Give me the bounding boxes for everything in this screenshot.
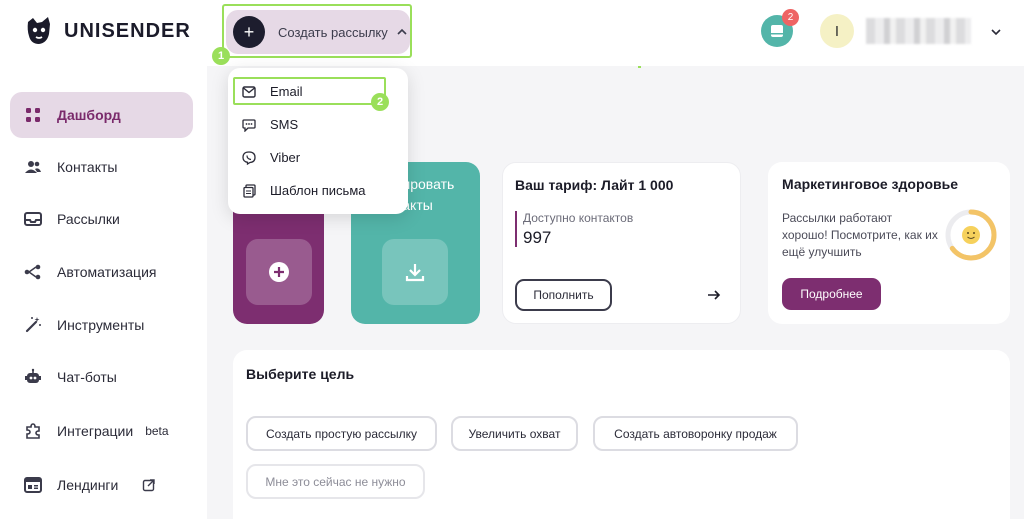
template-icon [242,183,256,198]
contacts-available-label: Доступно контактов [523,211,634,225]
logo[interactable]: UNISENDER [22,14,191,48]
robot-icon [23,367,43,387]
highlight-fragment [638,66,641,68]
create-campaign-button[interactable]: + Создать рассылку [226,10,410,54]
inbox-icon [771,25,783,37]
beta-badge: beta [145,424,169,438]
sidebar-item-label: Интеграции [57,423,134,439]
sidebar-item-contacts[interactable]: Контакты [10,144,193,190]
health-gauge [945,209,997,261]
sidebar-item-label: Контакты [57,159,118,175]
avatar[interactable]: I [820,14,854,48]
sidebar-item-dashboard[interactable]: Дашборд [10,92,193,138]
envelope-icon [242,85,256,99]
tariff-title: Ваш тариф: Лайт 1 000 [515,177,674,193]
notification-count-badge: 2 [782,9,799,26]
sidebar-item-label: Дашборд [57,107,121,123]
menu-item-sms[interactable]: SMS [234,111,402,138]
goal-not-needed-button[interactable]: Мне это сейчас не нужно [246,464,425,499]
import-card-button[interactable] [382,239,448,305]
health-more-button[interactable]: Подробнее [782,278,881,310]
sidebar-item-landings[interactable]: Лендинги [10,462,193,508]
top-bar: UNISENDER + Создать рассылку 2 I [0,0,1024,66]
dog-logo-icon [27,17,50,44]
health-title: Маркетинговое здоровье [782,176,959,192]
sidebar-item-label: Рассылки [57,211,120,227]
magic-wand-icon [23,315,43,335]
tariff-card: Ваш тариф: Лайт 1 000 Доступно контактов… [502,162,741,324]
menu-item-viber[interactable]: Viber [234,144,402,171]
sidebar-item-label: Чат-боты [57,369,117,385]
create-campaign-label: Создать рассылку [278,24,388,40]
menu-item-label: Viber [270,150,301,165]
menu-item-template[interactable]: Шаблон письма [234,177,402,204]
sidebar-item-label: Автоматизация [57,264,157,280]
external-link-icon [143,479,156,492]
chevron-down-icon[interactable] [989,25,1003,39]
logo-text: UNISENDER [64,19,191,42]
step-marker-1: 1 [212,47,230,65]
mail-tray-icon [23,209,43,229]
goals-card: Выберите цель Создать простую рассылку У… [233,350,1010,519]
goals-title: Выберите цель [246,366,355,382]
viber-icon [242,150,256,165]
sidebar-item-label: Лендинги [57,477,119,493]
plus-icon: + [233,16,265,48]
goal-simple-campaign-button[interactable]: Создать простую рассылку [246,416,437,451]
smiley-icon [962,226,980,244]
goal-increase-reach-button[interactable]: Увеличить охват [451,416,578,451]
landing-icon [23,475,43,495]
sidebar-item-integrations[interactable]: Интеграции beta [10,408,193,454]
tariff-arrow-button[interactable] [697,279,731,311]
sidebar-item-automation[interactable]: Автоматизация [10,249,193,295]
sidebar-item-chatbots[interactable]: Чат-боты [10,354,193,400]
contacts-available-value: 997 [523,228,552,247]
account-name-redacted[interactable] [866,18,971,44]
step-marker-2: 2 [371,93,389,111]
create-card-button[interactable] [246,239,312,305]
grid-icon [23,105,43,125]
puzzle-icon [23,421,43,441]
sidebar-item-tools[interactable]: Инструменты [10,302,193,348]
sidebar-item-label: Инструменты [57,317,145,333]
users-icon [23,157,43,177]
goal-sales-funnel-button[interactable]: Создать автоворонку продаж [593,416,798,451]
workflow-icon [23,262,43,282]
sidebar: Дашборд Контакты Рассылки Автоматизация … [0,66,207,519]
create-campaign-menu: Email SMS Viber Шаблон письма [228,68,408,214]
download-icon [405,264,425,282]
chevron-up-icon [397,28,407,35]
chat-icon [242,118,256,132]
topup-button[interactable]: Пополнить [515,279,612,311]
arrow-right-icon [708,290,721,300]
menu-item-label: Шаблон письма [270,183,366,198]
menu-item-label: Email [270,84,303,99]
menu-item-label: SMS [270,117,299,132]
health-description: Рассылки работают хорошо! Посмотрите, ка… [782,211,938,259]
plus-circle-icon [269,262,289,282]
sidebar-item-campaigns[interactable]: Рассылки [10,196,193,242]
tariff-accent-bar [515,211,517,247]
marketing-health-card: Маркетинговое здоровье Рассылки работают… [768,162,1010,324]
